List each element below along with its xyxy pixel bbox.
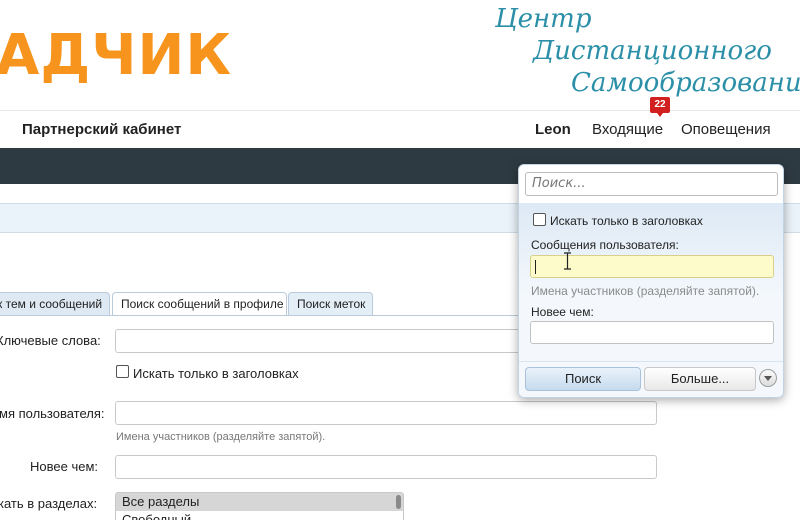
username-hint: Имена участников (разделяйте запятой). — [116, 431, 326, 443]
inbox-count-badge: 22 — [650, 97, 670, 117]
nav-bar: Партнерский кабинет Leon Входящие Оповещ… — [0, 110, 800, 148]
keywords-input[interactable] — [115, 329, 525, 353]
popup-username-hint: Имена участников (разделяйте запятой). — [531, 284, 760, 298]
sections-listbox[interactable]: Все разделы Свободный... — [115, 492, 404, 520]
popup-footer: Поиск Больше... — [519, 361, 783, 397]
sections-label: кать в разделах: — [0, 496, 98, 511]
search-button[interactable]: Поиск — [525, 367, 641, 391]
brand-line-1: Центр — [495, 4, 592, 34]
nav-inbox-link[interactable]: Входящие — [592, 121, 663, 138]
nav-alerts-link[interactable]: Оповещения — [681, 121, 771, 138]
list-item[interactable]: Все разделы — [116, 493, 403, 511]
user-messages-label: Сообщения пользователя: — [531, 238, 679, 252]
tab-threads-posts[interactable]: к тем и сообщений — [0, 292, 110, 316]
quick-search-popup: Поиск... Искать только в заголовках Сооб… — [518, 164, 784, 398]
page: АДЧИК Центр Дистанционного Самообразован… — [0, 0, 800, 520]
popup-newer-than-label: Новее чем: — [531, 305, 594, 319]
popup-titles-only-label: Искать только в заголовках — [550, 214, 703, 228]
chevron-down-icon[interactable] — [759, 369, 777, 387]
popup-header: Поиск... — [519, 165, 783, 203]
list-item[interactable]: Свободный... — [116, 511, 403, 520]
keywords-label: Ключевые слова: — [0, 333, 101, 348]
tab-profile-posts[interactable]: Поиск сообщений в профиле — [112, 292, 287, 316]
brand-line-2: Дистанционного — [533, 36, 772, 66]
username-input[interactable] — [115, 401, 657, 425]
username-label: мя пользователя: — [0, 406, 105, 421]
more-options-button[interactable]: Больше... — [644, 367, 756, 391]
newer-than-input[interactable] — [115, 455, 657, 479]
brand-line-3: Самообразования — [571, 68, 800, 98]
quick-search-input[interactable]: Поиск... — [525, 172, 778, 196]
newer-than-label: Новее чем: — [30, 459, 99, 474]
site-logo[interactable]: АДЧИК — [0, 26, 232, 86]
tab-divider — [0, 315, 520, 316]
titles-only-label: Искать только в заголовках — [133, 366, 299, 381]
text-caret — [535, 260, 536, 274]
nav-partner-cabinet[interactable]: Партнерский кабинет — [22, 121, 181, 138]
titles-only-checkbox[interactable] — [116, 365, 129, 378]
tab-tag-search[interactable]: Поиск меток — [288, 292, 373, 316]
brand-logo[interactable]: Центр Дистанционного Самообразования — [493, 4, 800, 102]
popup-titles-only-checkbox[interactable] — [533, 213, 546, 226]
popup-newer-than-input[interactable] — [530, 321, 774, 344]
text-cursor-icon — [564, 252, 571, 270]
listbox-scrollbar[interactable] — [396, 495, 401, 509]
nav-user-link[interactable]: Leon — [535, 121, 571, 138]
